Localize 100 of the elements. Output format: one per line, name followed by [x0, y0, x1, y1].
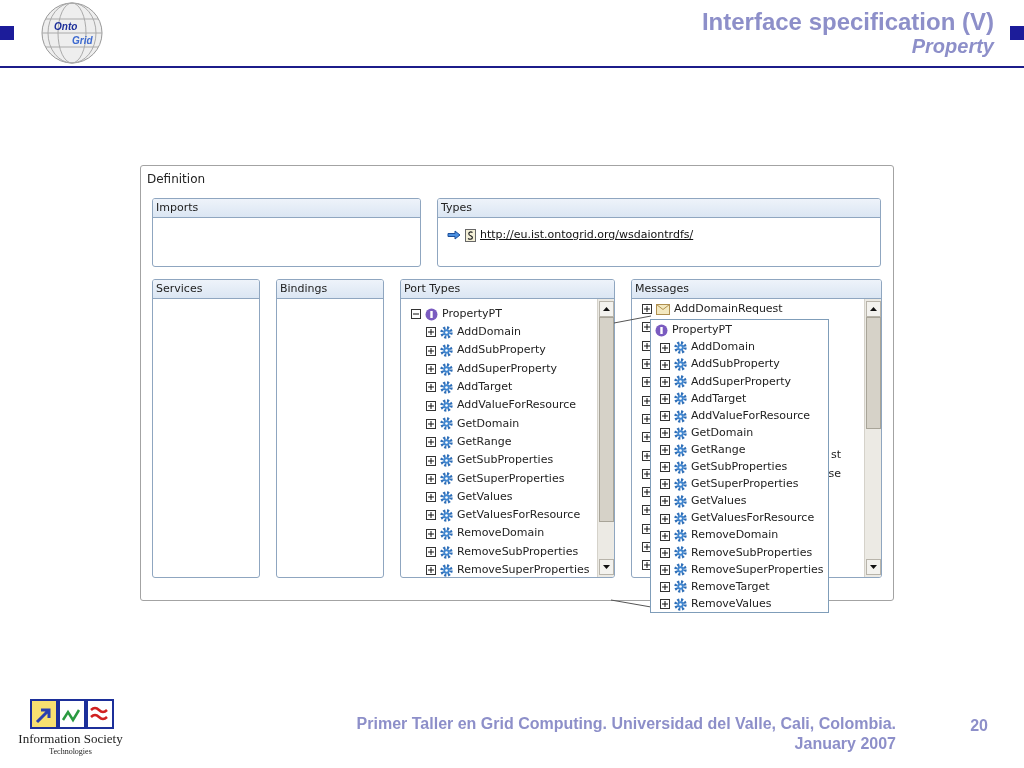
- scroll-down-button[interactable]: [599, 559, 614, 575]
- slide-subtitle: Property: [910, 35, 994, 59]
- link[interactable]: http://eu.ist.ontogrid.org/wsdaiontrdfs/: [480, 227, 694, 244]
- tree-item[interactable]: RemoveDomain: [691, 527, 779, 544]
- tree-item[interactable]: GetSubProperties: [691, 459, 788, 476]
- expand-icon[interactable]: [660, 581, 670, 592]
- tree-item[interactable]: GetDomain: [691, 424, 754, 442]
- gear-icon: [674, 495, 687, 508]
- expand-icon[interactable]: [660, 530, 670, 541]
- logo-text: Information Society: [18, 732, 123, 747]
- scroll-up-button[interactable]: [599, 301, 614, 317]
- tree-item[interactable]: RemoveSubProperties: [691, 544, 813, 561]
- gear-icon: [674, 477, 687, 491]
- tree-item[interactable]: AddTarget: [457, 379, 513, 396]
- tree-item[interactable]: GetValuesForResource: [691, 510, 815, 527]
- tree-item[interactable]: RemoveSubProperties: [457, 543, 579, 561]
- scroll-up-button[interactable]: [866, 301, 881, 317]
- expand-icon[interactable]: [660, 393, 670, 404]
- expand-icon[interactable]: [426, 455, 436, 466]
- gear-icon: [674, 375, 687, 389]
- expand-icon[interactable]: [660, 445, 670, 456]
- panel-header: Port Types: [401, 280, 614, 299]
- expand-icon[interactable]: [426, 382, 436, 393]
- tree-item[interactable]: AddSubProperty: [457, 342, 546, 359]
- expand-icon[interactable]: [426, 437, 436, 448]
- gear-icon: [674, 392, 687, 406]
- tree-item[interactable]: st: [830, 447, 841, 464]
- tree-item[interactable]: GetSuperProperties: [691, 476, 799, 493]
- tree-item[interactable]: AddValueForResource: [457, 397, 577, 414]
- tree-item[interactable]: RemoveSuperProperties: [691, 561, 824, 579]
- expand-icon[interactable]: [660, 513, 670, 524]
- expand-icon[interactable]: [426, 547, 436, 557]
- scrollbar[interactable]: [597, 299, 614, 577]
- tree-item[interactable]: PropertyPT: [672, 322, 732, 339]
- tree-item[interactable]: GetRange: [691, 441, 746, 459]
- tree-item[interactable]: GetSubProperties: [457, 452, 554, 469]
- tree-item[interactable]: GetDomain: [457, 415, 520, 433]
- tree-item[interactable]: AddSuperProperty: [457, 360, 558, 378]
- tree-item[interactable]: PropertyPT: [442, 305, 502, 323]
- collapse-icon[interactable]: [411, 309, 421, 320]
- expand-icon[interactable]: [660, 411, 670, 421]
- gear-icon: [674, 580, 687, 594]
- footer-text: Primer Taller en Grid Computing. Universidad del Valle, Cali, Colombia.: [355, 714, 896, 735]
- expand-icon[interactable]: [426, 473, 436, 484]
- footer-date: January 2007: [793, 734, 896, 755]
- tree-item[interactable]: RemoveValues: [691, 595, 772, 613]
- scrollbar[interactable]: [864, 299, 881, 577]
- gear-icon: [440, 362, 453, 376]
- panel-header: Types: [438, 199, 880, 218]
- expand-icon[interactable]: [426, 528, 436, 539]
- gear-icon: [440, 545, 453, 559]
- expand-icon[interactable]: [426, 492, 436, 503]
- gear-icon: [440, 490, 453, 504]
- scroll-thumb[interactable]: [866, 317, 881, 429]
- tree-item[interactable]: GetRange: [457, 433, 512, 451]
- expand-icon[interactable]: [660, 479, 670, 490]
- expand-icon[interactable]: [660, 599, 670, 610]
- tree-item[interactable]: AddSubProperty: [691, 356, 780, 373]
- expand-icon[interactable]: [660, 462, 670, 473]
- expand-icon[interactable]: [426, 565, 436, 576]
- expand-icon[interactable]: [660, 342, 670, 353]
- gear-icon: [440, 527, 453, 541]
- expand-icon[interactable]: [660, 547, 670, 558]
- expand-icon[interactable]: [426, 364, 436, 375]
- gear-icon: [674, 529, 687, 543]
- gear-icon: [674, 358, 687, 372]
- expand-icon[interactable]: [426, 327, 436, 338]
- expand-icon[interactable]: [426, 510, 436, 521]
- expand-icon[interactable]: [660, 428, 670, 439]
- tree-item[interactable]: AddDomainRequest: [674, 300, 783, 318]
- tree-item[interactable]: RemoveSuperProperties: [457, 562, 590, 577]
- tree-item[interactable]: AddDomain: [457, 324, 521, 341]
- gear-icon: [674, 546, 687, 560]
- leader-line: [610, 599, 652, 608]
- gear-icon: [674, 341, 687, 355]
- tree-item[interactable]: AddValueForResource: [691, 407, 811, 425]
- expand-icon[interactable]: [642, 304, 652, 315]
- scroll-down-button[interactable]: [866, 559, 881, 575]
- tree-item[interactable]: AddDomain: [691, 339, 755, 356]
- scroll-thumb[interactable]: [599, 317, 614, 522]
- tree-item[interactable]: GetValues: [691, 493, 747, 510]
- interface-icon: [425, 307, 438, 321]
- gear-icon: [674, 443, 687, 457]
- expand-icon[interactable]: [660, 376, 670, 387]
- tree-item[interactable]: RemoveDomain: [457, 525, 545, 542]
- tree-item[interactable]: GetValuesForResource: [457, 507, 581, 524]
- expand-icon[interactable]: [660, 564, 670, 575]
- tree-item[interactable]: RemoveTarget: [691, 578, 770, 596]
- expand-icon[interactable]: [426, 345, 436, 356]
- expand-icon[interactable]: [426, 400, 436, 411]
- tree-item[interactable]: se: [828, 465, 841, 483]
- tree-item[interactable]: GetSuperProperties: [457, 470, 565, 488]
- expand-icon[interactable]: [660, 496, 670, 507]
- expand-icon[interactable]: [426, 418, 436, 429]
- tree-item[interactable]: GetValues: [457, 488, 513, 506]
- schema-icon: [465, 228, 476, 242]
- gear-icon: [674, 426, 687, 440]
- tree-item[interactable]: AddSuperProperty: [691, 373, 792, 391]
- tree-item[interactable]: AddTarget: [691, 390, 747, 408]
- expand-icon[interactable]: [660, 359, 670, 370]
